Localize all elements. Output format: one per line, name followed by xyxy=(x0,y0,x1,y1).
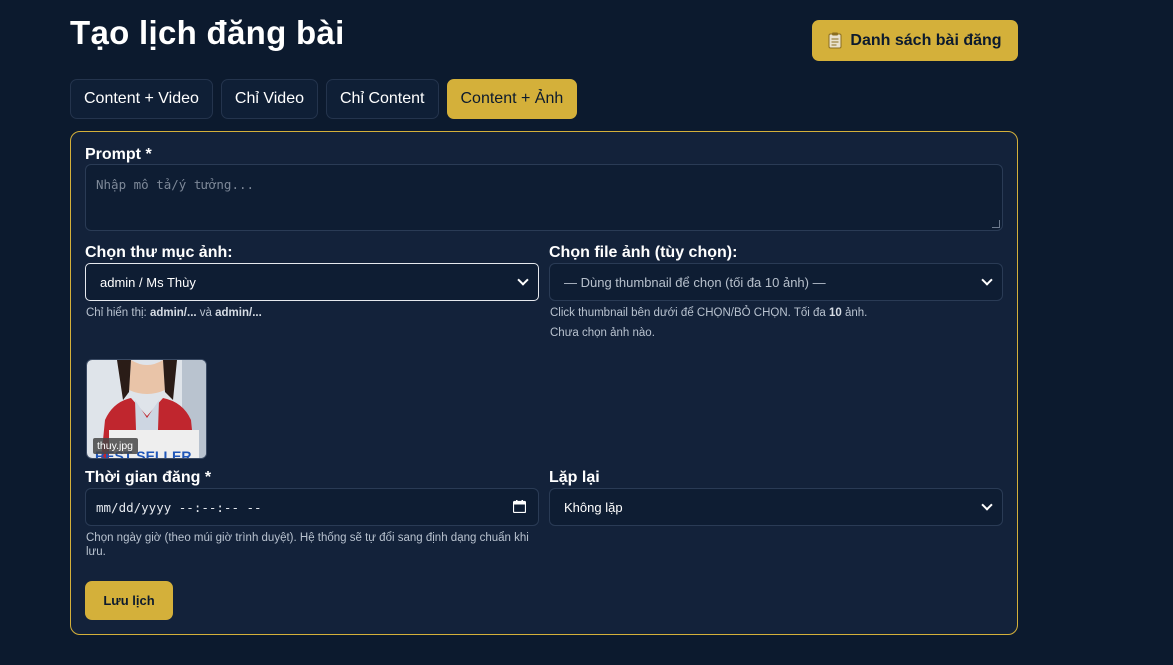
resize-grip-icon[interactable] xyxy=(992,220,1000,228)
repeat-select[interactable]: Không lặp xyxy=(549,488,1003,526)
folder-select-value: admin / Ms Thùy xyxy=(100,274,196,290)
folder-label: Chọn thư mục ảnh: xyxy=(85,244,233,261)
tab-video-only[interactable]: Chỉ Video xyxy=(220,79,318,119)
post-time-help: Chọn ngày giờ (theo múi giờ trình duyệt)… xyxy=(86,532,529,558)
tab-content-only[interactable]: Chỉ Content xyxy=(326,79,439,119)
image-selection-status: Chưa chọn ảnh nào. xyxy=(550,327,655,339)
mode-tabs: Content + Video Chỉ Video Chỉ Content Co… xyxy=(70,79,578,119)
post-time-label: Thời gian đăng * xyxy=(85,469,212,486)
image-file-select[interactable]: — Dùng thumbnail để chọn (tối đa 10 ảnh)… xyxy=(549,263,1003,301)
post-time-placeholder: mm/dd/yyyy --:--:-- -- xyxy=(96,499,262,515)
post-list-button-label: Danh sách bài đăng xyxy=(850,31,1002,49)
post-list-button[interactable]: Danh sách bài đăng xyxy=(812,20,1018,61)
clipboard-icon xyxy=(828,32,842,49)
prompt-textarea[interactable]: Nhập mô tả/ý tưởng... xyxy=(85,164,1003,231)
folder-select[interactable]: admin / Ms Thùy xyxy=(85,263,539,301)
image-file-help: Click thumbnail bên dưới để CHỌN/BỎ CHỌN… xyxy=(550,307,868,319)
folder-help: Chỉ hiển thị: admin/... và admin/... xyxy=(86,307,262,319)
calendar-icon[interactable] xyxy=(512,500,527,514)
image-file-select-value: — Dùng thumbnail để chọn (tối đa 10 ảnh)… xyxy=(564,274,826,290)
save-schedule-button[interactable]: Lưu lịch xyxy=(85,581,173,620)
image-file-label: Chọn file ảnh (tùy chọn): xyxy=(549,244,738,261)
repeat-label: Lặp lại xyxy=(549,469,600,486)
post-time-input[interactable]: mm/dd/yyyy --:--:-- -- xyxy=(85,488,539,526)
repeat-select-value: Không lặp xyxy=(564,499,623,515)
chevron-down-icon xyxy=(981,499,993,511)
page-title: Tạo lịch đăng bài xyxy=(70,14,345,51)
tab-content-image[interactable]: Content + Ảnh xyxy=(446,79,578,119)
prompt-label: Prompt * xyxy=(85,146,152,163)
thumbnail-filename: thuy.jpg xyxy=(93,438,138,454)
tab-content-video[interactable]: Content + Video xyxy=(70,79,213,119)
chevron-down-icon xyxy=(981,274,993,286)
chevron-down-icon xyxy=(517,274,529,286)
image-thumbnail[interactable]: BEST SELLER thuy.jpg xyxy=(86,359,207,459)
schedule-form: Prompt * Nhập mô tả/ý tưởng... Chọn thư … xyxy=(70,131,1018,635)
prompt-placeholder: Nhập mô tả/ý tưởng... xyxy=(96,177,255,192)
